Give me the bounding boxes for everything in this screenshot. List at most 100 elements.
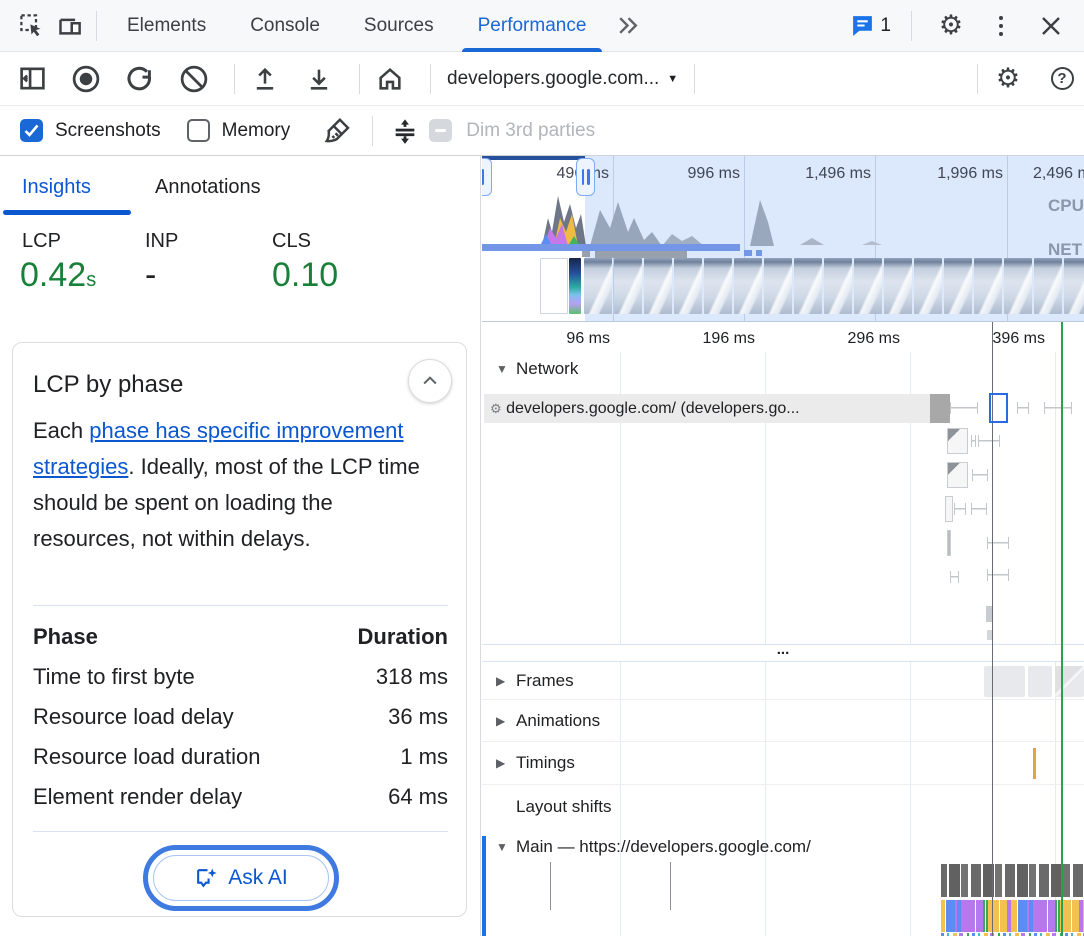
layout-shifts-track[interactable]: Layout shifts (482, 785, 1084, 830)
request-whisker (971, 503, 987, 515)
frames-track[interactable]: ▶ Frames (482, 663, 1084, 700)
selection-right-handle[interactable] (576, 158, 595, 196)
network-activity-bar (482, 244, 740, 251)
screenshot-thumb (884, 258, 912, 314)
insights-sidebar: Insights Annotations LCP INP CLS 0.42s -… (0, 156, 481, 936)
triangle-right-icon[interactable]: ▶ (496, 714, 505, 728)
dim-3rd-parties-checkbox[interactable] (429, 119, 452, 142)
timeline-main-view[interactable]: 96 ms 196 ms 296 ms 396 ms ▼ Network ⚙︎ … (482, 322, 1084, 936)
network-activity-bar (595, 251, 687, 258)
network-section-label: Network (516, 359, 578, 379)
request-whisker (971, 435, 976, 447)
record-and-reload-button[interactable] (118, 57, 162, 101)
device-toolbar-icon (56, 12, 83, 39)
home-button[interactable] (368, 57, 412, 101)
upload-profile-button[interactable] (243, 57, 287, 101)
screenshot-thumb (974, 258, 1002, 314)
frames-label: Frames (516, 671, 574, 691)
issues-button[interactable]: 1 (850, 13, 891, 38)
ask-ai-button[interactable]: Ask AI (143, 845, 339, 911)
panel-tabs: Elements Console Sources Performance (105, 0, 608, 52)
flame-tick (670, 862, 671, 910)
network-throttle-button[interactable] (383, 109, 427, 153)
network-request-bar[interactable] (947, 462, 968, 488)
divider (430, 64, 431, 94)
history-dropdown[interactable]: developers.google.com... ▼ (447, 68, 678, 90)
layout-shifts-label: Layout shifts (516, 797, 611, 817)
triangle-down-icon[interactable]: ▼ (496, 840, 508, 854)
screenshot-thumb (734, 258, 762, 314)
help-button[interactable]: ? (1040, 57, 1084, 101)
tab-console[interactable]: Console (228, 0, 342, 52)
record-icon (71, 64, 101, 94)
screenshot-thumb (824, 258, 852, 314)
capture-settings-button[interactable]: ⚙︎ (986, 57, 1030, 101)
request-label: developers.google.com/ (developers.go... (506, 400, 800, 417)
triangle-right-icon[interactable]: ▶ (496, 756, 505, 770)
network-request-bar[interactable] (947, 530, 951, 556)
network-request-main-document[interactable]: ⚙︎ developers.google.com/ (developers.go… (484, 394, 950, 423)
download-profile-button[interactable] (297, 57, 341, 101)
divider (694, 64, 695, 94)
animations-track[interactable]: ▶ Animations (482, 700, 1084, 742)
frame-block[interactable] (984, 666, 1025, 697)
card-description: Each phase has specific improvement stra… (33, 413, 433, 557)
request-whisker (972, 469, 988, 481)
close-devtools-button[interactable] (1032, 7, 1070, 45)
network-request-bar[interactable] (945, 496, 953, 522)
collapse-card-button[interactable] (408, 359, 452, 403)
dropdown-caret-icon: ▼ (667, 73, 678, 85)
table-header-row: Phase Duration (33, 617, 448, 657)
capture-options-row: Screenshots Memory Dim 3rd parties (0, 106, 1084, 156)
screenshots-checkbox[interactable] (20, 119, 43, 142)
frame-block[interactable] (1055, 666, 1084, 697)
gear-icon: ⚙︎ (996, 65, 1020, 92)
device-toolbar-button[interactable] (50, 7, 88, 45)
request-whisker (950, 402, 978, 414)
triangle-right-icon[interactable]: ▶ (496, 674, 505, 688)
network-resize-handle[interactable]: ... (482, 644, 1084, 662)
timeline-overview[interactable]: 496 ms 996 ms 1,496 ms 1,996 ms 2,496 ms… (482, 156, 1084, 322)
table-row: Resource load duration1 ms (33, 737, 448, 777)
tab-elements[interactable]: Elements (105, 0, 228, 52)
main-thread-label: Main — https://developers.google.com/ (516, 837, 811, 857)
timing-marker[interactable] (1033, 748, 1036, 779)
clear-recording-button[interactable] (172, 57, 216, 101)
issues-bubble-icon (850, 13, 875, 38)
ruler-label: 396 ms (993, 330, 1045, 348)
screenshot-thumb (584, 258, 612, 314)
memory-checkbox[interactable] (187, 119, 210, 142)
ask-ai-inner: Ask AI (153, 855, 329, 901)
screenshot-thumb (794, 258, 822, 314)
selected-event-outline[interactable] (989, 393, 1008, 423)
tab-performance[interactable]: Performance (456, 0, 609, 52)
tab-sources[interactable]: Sources (342, 0, 456, 52)
triangle-down-icon[interactable]: ▼ (496, 362, 508, 376)
toggle-sidebar-button[interactable] (10, 57, 54, 101)
customize-menu-button[interactable] (982, 7, 1020, 45)
duration-header: Duration (358, 624, 448, 650)
more-tabs-button[interactable] (608, 7, 646, 45)
network-request-bar[interactable] (947, 428, 968, 454)
overview-time-label: 2,496 ms (1033, 165, 1084, 183)
divider (911, 11, 912, 41)
collect-garbage-button[interactable] (316, 109, 360, 153)
inspect-element-button[interactable] (12, 7, 50, 45)
devtools-tab-bar: Elements Console Sources Performance 1 ⚙… (0, 0, 1084, 52)
frame-block[interactable] (1028, 666, 1052, 697)
ruler-label: 96 ms (566, 330, 610, 348)
screenshot-thumb (764, 258, 792, 314)
selection-left-handle[interactable] (482, 158, 492, 196)
timings-track[interactable]: ▶ Timings (482, 742, 1084, 785)
screenshot-thumb (944, 258, 972, 314)
network-activity-bar (744, 250, 752, 256)
active-tab-underline (3, 210, 131, 215)
request-whisker (987, 537, 1009, 549)
tab-annotations[interactable]: Annotations (155, 176, 261, 199)
record-button[interactable] (64, 57, 108, 101)
settings-button[interactable]: ⚙︎ (932, 7, 970, 45)
flame-tick (550, 862, 551, 910)
collapse-arrows-icon (391, 117, 419, 145)
divider (96, 11, 97, 41)
tab-insights[interactable]: Insights (22, 176, 91, 199)
